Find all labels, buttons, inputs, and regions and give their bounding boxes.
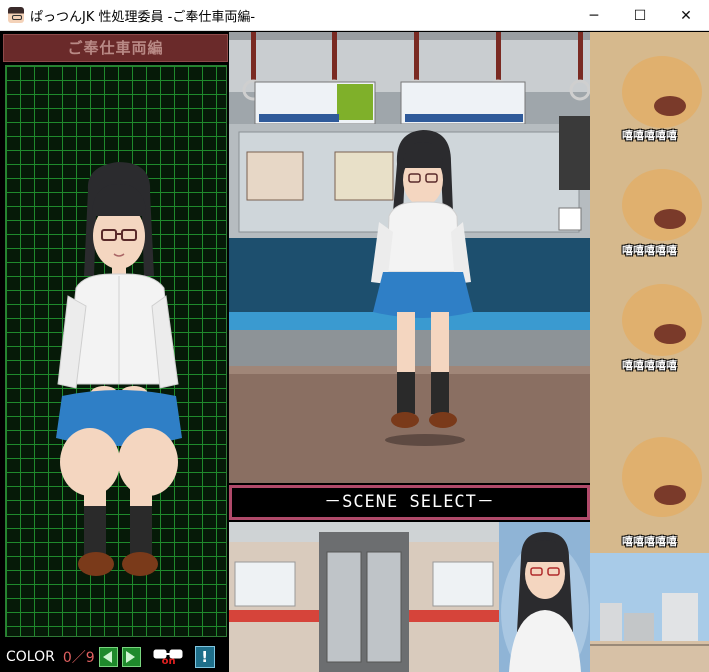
scene-thumbnail-rooftop[interactable] bbox=[590, 553, 709, 672]
train-scene bbox=[229, 32, 590, 483]
game-window: ぱっつんJK 性処理委員 -ご奉仕車両編- ─ ☐ ✕ ご奉仕車両編 bbox=[0, 0, 709, 672]
scene-thumbnail-portrait[interactable] bbox=[499, 522, 590, 672]
left-arrow-icon[interactable] bbox=[99, 647, 118, 667]
meme-caption: 嘻嘻嘻嘻嘻 bbox=[590, 242, 709, 258]
color-controls: COLOR 0／9 on ! bbox=[0, 642, 229, 672]
meme-image: 嘻嘻嘻嘻嘻 bbox=[590, 32, 709, 147]
glasses-toggle-label: on bbox=[162, 656, 176, 667]
glasses-icon[interactable]: on bbox=[151, 646, 187, 668]
close-button[interactable]: ✕ bbox=[663, 0, 709, 31]
meme-caption: 嘻嘻嘻嘻嘻 bbox=[590, 127, 709, 143]
train-interior bbox=[229, 32, 590, 483]
meme-caption: 嘻嘻嘻嘻嘻 bbox=[590, 357, 709, 373]
maximize-button[interactable]: ☐ bbox=[617, 0, 663, 31]
panel-header: ご奉仕車両編 bbox=[3, 34, 228, 62]
seated-character bbox=[6, 66, 227, 637]
meme-image: 嘻嘻嘻嘻嘻 bbox=[590, 377, 709, 553]
app-icon bbox=[8, 7, 24, 23]
right-arrow-icon[interactable] bbox=[122, 647, 141, 667]
meme-image: 嘻嘻嘻嘻嘻 bbox=[590, 262, 709, 377]
color-label: COLOR bbox=[6, 649, 55, 665]
window-title: ぱっつんJK 性処理委員 -ご奉仕車両編- bbox=[30, 6, 255, 25]
character-panel: ご奉仕車両編 bbox=[0, 32, 229, 672]
meme-caption: 嘻嘻嘻嘻嘻 bbox=[590, 533, 709, 549]
meme-image: 嘻嘻嘻嘻嘻 bbox=[590, 147, 709, 262]
exclamation-icon[interactable]: ! bbox=[195, 646, 215, 668]
title-bar: ぱっつんJK 性処理委員 -ご奉仕車両編- ─ ☐ ✕ bbox=[0, 0, 709, 31]
character-grid bbox=[5, 65, 227, 637]
minimize-button[interactable]: ─ bbox=[571, 0, 617, 31]
color-value: 0／9 bbox=[63, 647, 95, 667]
scene-select-button[interactable]: －SCENE SELECT－ bbox=[229, 485, 590, 520]
scene-thumbnail-train-door[interactable] bbox=[229, 522, 499, 672]
